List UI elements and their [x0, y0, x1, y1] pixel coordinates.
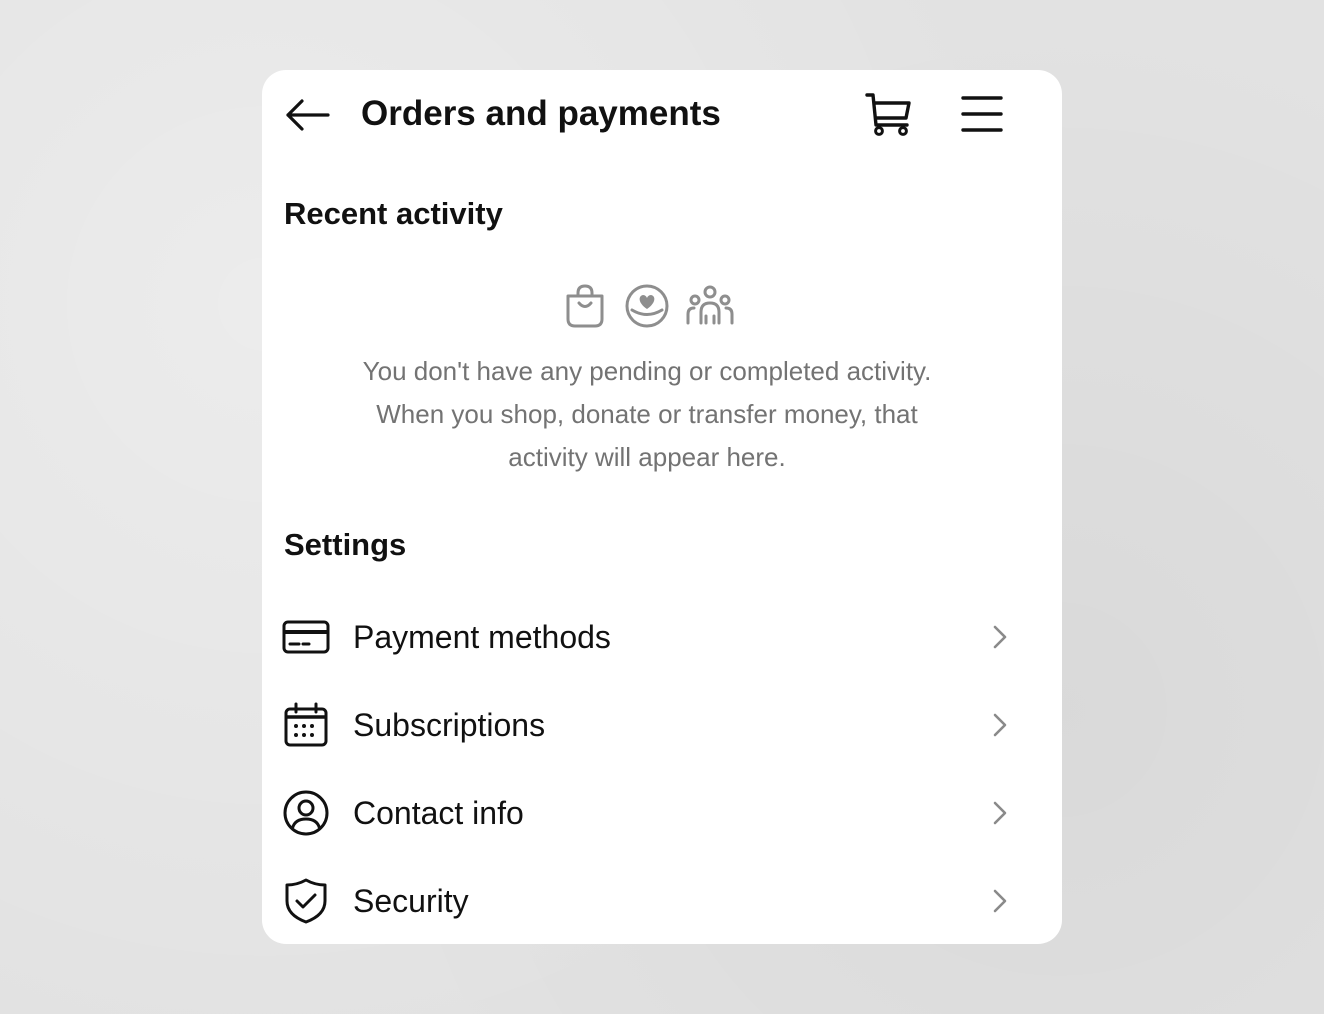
empty-message-line: When you shop, donate or transfer money,…	[376, 399, 918, 429]
top-app-bar: Orders and payments	[262, 70, 1062, 160]
activity-icons-row	[562, 282, 734, 330]
settings-item-label: Subscriptions	[353, 707, 546, 743]
shopping-cart-icon	[865, 93, 911, 136]
empty-message-line: You don't have any pending or completed …	[362, 356, 932, 386]
settings-heading: Settings	[284, 527, 407, 562]
settings-item-label: Payment methods	[353, 619, 611, 655]
chevron-right-icon	[986, 887, 1014, 915]
donation-heart-icon	[625, 284, 669, 328]
settings-item-payment-methods[interactable]: Payment methods	[262, 593, 1062, 681]
hamburger-menu-icon	[961, 96, 1003, 132]
calendar-icon	[282, 701, 330, 749]
settings-item-subscriptions[interactable]: Subscriptions	[262, 681, 1062, 769]
settings-item-contact-info[interactable]: Contact info	[262, 769, 1062, 857]
settings-item-security[interactable]: Security	[262, 857, 1062, 944]
chevron-right-icon	[986, 623, 1014, 651]
chevron-right-icon	[986, 711, 1014, 739]
recent-activity-heading: Recent activity	[284, 196, 503, 231]
cart-button[interactable]	[862, 88, 916, 140]
settings-item-label: Contact info	[353, 795, 524, 831]
orders-payments-panel: Orders and payments Recent activity You …	[262, 70, 1062, 944]
settings-item-label: Security	[353, 883, 469, 919]
empty-message-line: activity will appear here.	[508, 442, 786, 472]
empty-activity-message: You don't have any pending or completed …	[302, 350, 992, 479]
shield-check-icon	[282, 877, 330, 925]
shopping-bag-icon	[566, 284, 604, 328]
back-button[interactable]	[282, 94, 332, 136]
page-title: Orders and payments	[361, 94, 721, 133]
arrow-left-icon	[286, 99, 330, 131]
credit-card-icon	[282, 613, 330, 661]
user-circle-icon	[282, 789, 330, 837]
settings-list: Payment methods Subscriptions Contact in…	[262, 593, 1062, 944]
menu-button[interactable]	[956, 90, 1008, 138]
people-group-icon	[686, 285, 734, 325]
chevron-right-icon	[986, 799, 1014, 827]
